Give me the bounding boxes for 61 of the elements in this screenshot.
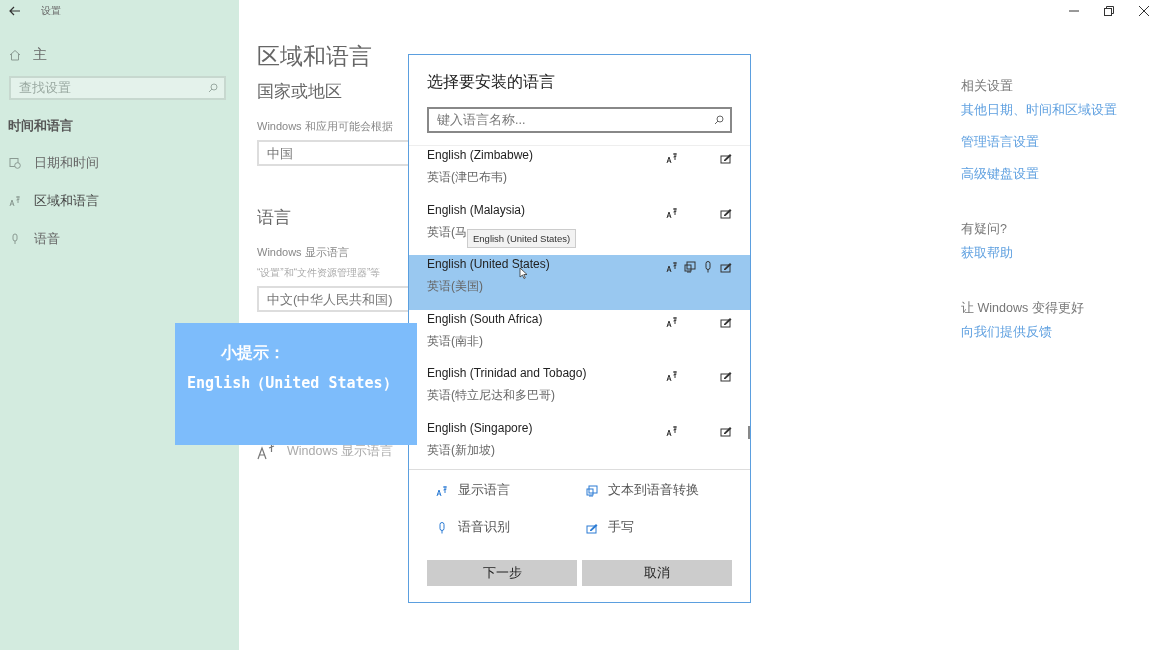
language-native-name: 英语(新加坡) (427, 441, 495, 459)
language-name: English (United States) (427, 257, 550, 271)
search-icon[interactable] (714, 115, 724, 125)
language-item[interactable]: English (United States) 英语(美国) (409, 255, 750, 310)
handwriting-icon (586, 521, 598, 534)
next-button[interactable]: 下一步 (427, 560, 577, 586)
language-item[interactable]: English (South Africa) 英语(南非) (409, 309, 750, 364)
microphone-icon (9, 233, 21, 245)
cancel-button[interactable]: 取消 (582, 560, 732, 586)
scrollbar-thumb[interactable] (748, 426, 750, 439)
settings-link[interactable]: 其他日期、时间和区域设置 (961, 102, 1117, 119)
language-name: English (Malaysia) (427, 202, 526, 217)
language-name: English (Trinidad and Tobago) (427, 366, 587, 380)
text-to-speech-icon (586, 484, 598, 497)
microphone-icon (436, 521, 448, 534)
section-heading: 国家或地区 (257, 81, 342, 103)
section-heading: 让 Windows 变得更好 (961, 300, 1085, 317)
legend-label: 语音识别 (458, 519, 510, 536)
restore-icon[interactable] (1104, 6, 1114, 16)
language-native-name: 英语(美国) (427, 278, 483, 295)
language-native-name: 英语(津巴布韦) (427, 169, 507, 186)
sidebar-item[interactable]: 语音 (9, 229, 239, 249)
language-item[interactable]: English (Trinidad and Tobago) 英语(特立尼达和多巴哥) (409, 364, 750, 419)
field-label: Windows 显示语言 (257, 245, 349, 260)
back-icon[interactable] (9, 6, 21, 16)
tooltip: English (United States) (467, 228, 577, 248)
legend-label: 手写 (608, 519, 634, 536)
legend-label: 文本到语音转换 (608, 482, 699, 499)
language-native-name: 英语(南非) (427, 332, 483, 350)
sidebar-item[interactable]: 区域和语言 (9, 191, 239, 211)
dialog-title: 选择要安装的语言 (427, 72, 556, 92)
help-link[interactable]: 获取帮助 (961, 245, 1117, 262)
language-native-name: 英语(特立尼达和多巴哥) (427, 387, 555, 404)
feedback-link[interactable]: 向我们提供反馈 (961, 324, 1117, 341)
tip-text: English（United States） (187, 374, 399, 393)
language-item[interactable]: English (Zimbabwe) 英语(津巴布韦) (409, 146, 750, 201)
page-title: 区域和语言 (257, 42, 372, 71)
settings-link[interactable]: 高级键盘设置 (961, 166, 1117, 183)
calendar-clock-icon (9, 157, 21, 169)
search-field[interactable]: 键入语言名称... (427, 107, 732, 133)
settings-link[interactable]: 管理语言设置 (961, 134, 1117, 151)
display-language-icon (436, 484, 448, 497)
section-heading: 语言 (257, 207, 291, 229)
language-name: English (South Africa) (427, 311, 543, 326)
language-item[interactable]: English (Singapore) 英语(新加坡) (409, 418, 750, 469)
window-title: 设置 (41, 4, 61, 18)
home-link[interactable]: 主 (33, 46, 47, 64)
section-heading: 相关设置 (961, 78, 1014, 95)
description-text: “设置”和“文件资源管理器”等 (257, 266, 381, 280)
legend-label: 显示语言 (458, 482, 510, 499)
language-name: English (Singapore) (427, 420, 533, 435)
language-item[interactable]: English (Malaysia) 英语(马 English (United States) (409, 200, 750, 255)
section-heading: 时间和语言 (8, 117, 74, 135)
language-native-name: 英语(马 (427, 223, 467, 241)
description-text: Windows 和应用可能会根据 (257, 119, 393, 134)
language-name: English (Zimbabwe) (427, 148, 534, 162)
language-icon (9, 195, 21, 207)
close-icon[interactable] (1139, 6, 1149, 16)
tip-title: 小提示： (221, 343, 286, 364)
section-heading: 有疑问? (961, 221, 1008, 238)
sidebar-item[interactable]: 日期和时间 (9, 153, 239, 173)
